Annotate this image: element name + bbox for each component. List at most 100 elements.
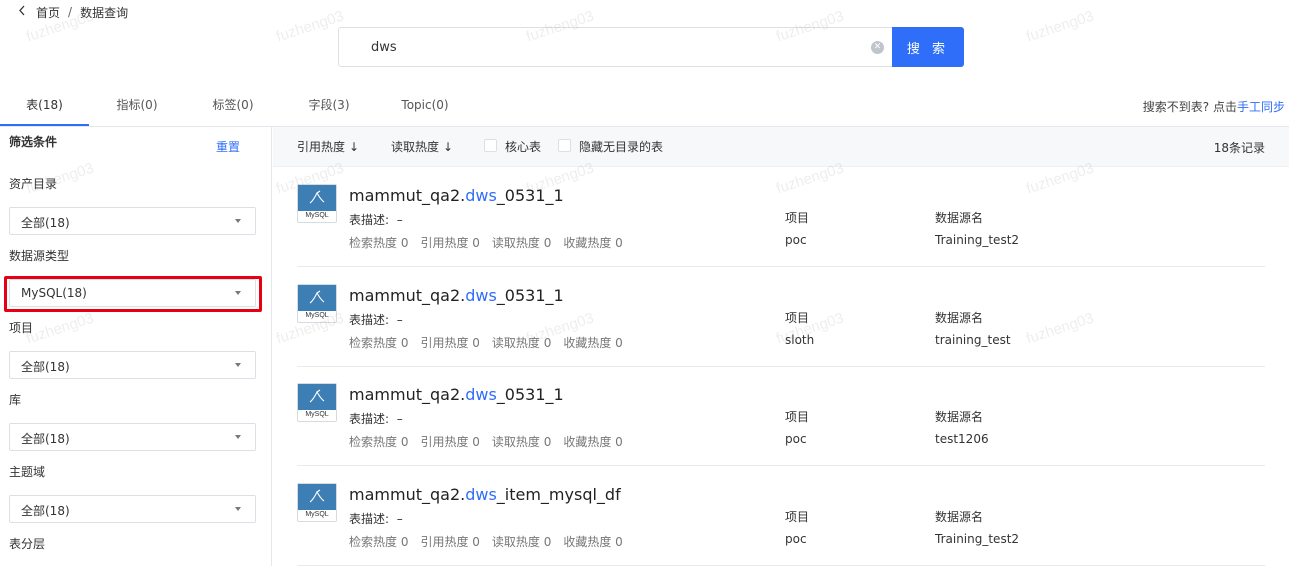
table-name-link[interactable]: mammut_qa2.dws_0531_1 — [349, 286, 564, 305]
sort-bar: 引用热度 ↓ 读取热度 ↓ 核心表 隐藏无目录的表 18条记录 — [273, 127, 1289, 167]
stat-favorite-heat: 收藏热度 0 — [563, 535, 623, 549]
search-button[interactable]: 搜 索 — [892, 27, 964, 67]
breadcrumb-home[interactable]: 首页 — [36, 4, 60, 21]
core-table-label: 核心表 — [505, 140, 542, 154]
filter-label-database: 库 — [9, 393, 22, 407]
table-name-prefix: mammut_qa2. — [349, 186, 466, 205]
arrow-down-icon: ↓ — [349, 140, 360, 154]
desc-value: – — [396, 512, 403, 526]
desc-label: 表描述: — [349, 213, 390, 227]
table-name-highlight: dws — [465, 485, 497, 504]
datasource-label: 数据源名 — [935, 211, 984, 225]
caret-down-icon — [235, 507, 241, 511]
breadcrumb-separator: / — [68, 5, 73, 19]
tab-topic[interactable]: Topic(0) — [388, 90, 462, 126]
desc-value: – — [396, 213, 403, 227]
datasource-value: Training_test2 — [935, 532, 1020, 546]
project-value: poc — [785, 532, 807, 546]
subject-domain-select-value: 全部(18) — [21, 504, 70, 518]
filter-label-subject-domain: 主题域 — [9, 465, 46, 479]
reset-button[interactable]: 重置 — [216, 138, 240, 155]
mysql-icon-label: MySQL — [305, 212, 329, 219]
mysql-icon: MySQL — [297, 483, 337, 522]
stat-favorite-heat: 收藏热度 0 — [563, 236, 623, 250]
table-name-prefix: mammut_qa2. — [349, 286, 466, 305]
search-box: ✕ — [338, 27, 892, 67]
mysql-icon-label: MySQL — [305, 312, 329, 319]
hide-no-catalog-checkbox[interactable] — [558, 139, 571, 152]
desc-label: 表描述: — [349, 313, 390, 327]
sort-read-label: 读取热度 — [391, 140, 440, 154]
database-select[interactable]: 全部(18) — [9, 423, 256, 451]
desc-label: 表描述: — [349, 512, 390, 526]
table-name-link[interactable]: mammut_qa2.dws_item_mysql_df — [349, 485, 621, 504]
mysql-icon: MySQL — [297, 184, 337, 223]
datasource-label: 数据源名 — [935, 410, 984, 424]
stat-reference-heat: 引用热度 0 — [420, 336, 480, 350]
sort-reference-heat[interactable]: 引用热度 ↓ — [297, 138, 359, 155]
table-name-link[interactable]: mammut_qa2.dws_0531_1 — [349, 186, 564, 205]
back-chevron-icon[interactable] — [18, 5, 30, 19]
project-value: poc — [785, 432, 807, 446]
hide-no-catalog-label: 隐藏无目录的表 — [579, 140, 664, 154]
stat-search-heat: 检索热度 0 — [349, 535, 409, 549]
mysql-icon-label: MySQL — [305, 411, 329, 418]
active-tab-indicator — [0, 124, 89, 126]
result-tabs: 表(18) 指标(0) 标签(0) 字段(3) Topic(0) 搜索不到表? … — [0, 90, 1289, 127]
filter-label-catalog: 资产目录 — [9, 177, 58, 191]
table-name-prefix: mammut_qa2. — [349, 385, 466, 404]
table-description: 表描述: – — [349, 211, 403, 228]
sort-read-heat[interactable]: 读取热度 ↓ — [391, 138, 453, 155]
result-row[interactable]: MySQL mammut_qa2.dws_item_mysql_df 表描述: … — [297, 466, 1265, 566]
project-value: poc — [785, 233, 807, 247]
search-input[interactable] — [371, 39, 860, 55]
filter-sidebar: 筛选条件 重置 资产目录 全部(18) 数据源类型 MySQL(18) 项目 全… — [0, 127, 272, 566]
clear-icon[interactable]: ✕ — [871, 41, 884, 54]
breadcrumb: 首页 / 数据查询 — [18, 4, 128, 20]
stat-favorite-heat: 收藏热度 0 — [563, 435, 623, 449]
mysql-icon: MySQL — [297, 284, 337, 323]
catalog-select-value: 全部(18) — [21, 216, 70, 230]
result-row[interactable]: MySQL mammut_qa2.dws_0531_1 表描述: – 检索热度 … — [297, 167, 1265, 267]
project-select-value: 全部(18) — [21, 360, 70, 374]
stat-reference-heat: 引用热度 0 — [420, 236, 480, 250]
stat-favorite-heat: 收藏热度 0 — [563, 336, 623, 350]
table-name-suffix: _0531_1 — [496, 385, 564, 404]
caret-down-icon — [235, 219, 241, 223]
stat-search-heat: 检索热度 0 — [349, 435, 409, 449]
sync-hint-text: 搜索不到表? 点击 — [1142, 100, 1237, 114]
caret-down-icon — [235, 435, 241, 439]
caret-down-icon — [235, 363, 241, 367]
subject-domain-select[interactable]: 全部(18) — [9, 495, 256, 523]
heat-stats: 检索热度 0 引用热度 0 读取热度 0 收藏热度 0 — [349, 433, 635, 450]
desc-label: 表描述: — [349, 412, 390, 426]
manual-sync-link[interactable]: 手工同步 — [1237, 100, 1285, 114]
watermark-text: fuzheng03 — [1024, 7, 1096, 46]
filter-title: 筛选条件 — [9, 135, 58, 149]
stat-reference-heat: 引用热度 0 — [420, 535, 480, 549]
tab-fields[interactable]: 字段(3) — [292, 90, 366, 126]
sync-hint: 搜索不到表? 点击手工同步 — [1143, 98, 1285, 115]
stat-search-heat: 检索热度 0 — [349, 236, 409, 250]
core-table-checkbox[interactable] — [484, 139, 497, 152]
table-name-link[interactable]: mammut_qa2.dws_0531_1 — [349, 385, 564, 404]
tab-metrics[interactable]: 指标(0) — [100, 90, 174, 126]
project-label: 项目 — [785, 311, 810, 325]
project-label: 项目 — [785, 410, 810, 424]
heat-stats: 检索热度 0 引用热度 0 读取热度 0 收藏热度 0 — [349, 533, 635, 550]
catalog-select[interactable]: 全部(18) — [9, 207, 256, 235]
result-row[interactable]: MySQL mammut_qa2.dws_0531_1 表描述: – 检索热度 … — [297, 267, 1265, 367]
stat-read-heat: 读取热度 0 — [491, 435, 552, 449]
datasource-label: 数据源名 — [935, 510, 984, 524]
tab-tables[interactable]: 表(18) — [0, 90, 89, 126]
database-select-value: 全部(18) — [21, 432, 70, 446]
project-select[interactable]: 全部(18) — [9, 351, 256, 379]
result-row[interactable]: MySQL mammut_qa2.dws_0531_1 表描述: – 检索热度 … — [297, 366, 1265, 466]
heat-stats: 检索热度 0 引用热度 0 读取热度 0 收藏热度 0 — [349, 234, 635, 251]
mysql-icon-label: MySQL — [305, 511, 329, 518]
tab-tags[interactable]: 标签(0) — [196, 90, 270, 126]
datasource-value: Training_test2 — [935, 233, 1020, 247]
filter-label-table-layer: 表分层 — [9, 537, 46, 551]
heat-stats: 检索热度 0 引用热度 0 读取热度 0 收藏热度 0 — [349, 334, 635, 351]
table-name-suffix: _0531_1 — [496, 186, 564, 205]
